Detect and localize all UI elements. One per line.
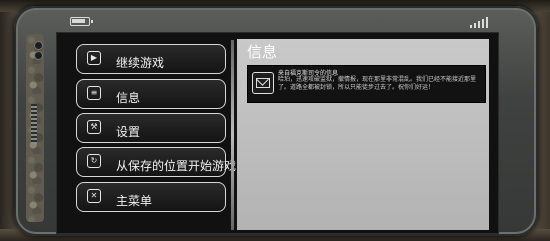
load-save-label: 从保存的位置开始游戏: [116, 159, 237, 173]
signal-icon: [470, 16, 488, 28]
main-menu-label: 主菜单: [116, 194, 153, 208]
info-label: 信息: [116, 91, 141, 105]
main-menu-button[interactable]: ✕ 主菜单: [76, 182, 226, 212]
info-button[interactable]: ≡ 信息: [76, 79, 226, 109]
device-light: [35, 52, 42, 59]
continue-game-button[interactable]: ▶ 继续游戏: [76, 44, 226, 74]
load-save-button[interactable]: ↻ 从保存的位置开始游戏: [76, 147, 236, 177]
continue-game-label: 继续游戏: [116, 56, 165, 70]
settings-label: 设置: [116, 125, 141, 139]
play-icon: ▶: [87, 51, 101, 65]
wrench-icon: ⚒: [87, 120, 101, 134]
close-icon: ✕: [87, 189, 101, 203]
message-body: 哈珀，迅速攻破监狱，撤情报，现在那里非常混乱。我们已经不能接近那里了。道路全都被…: [278, 76, 477, 91]
info-panel: 信息 来自福克斯司令的信息 哈珀，迅速攻破监狱，撤情报，现在那里非常混乱。我们已…: [237, 39, 489, 230]
document-icon: ≡: [87, 86, 101, 100]
envelope-icon: [252, 72, 274, 94]
settings-button[interactable]: ⚒ 设置: [76, 113, 226, 143]
panel-divider: [231, 40, 234, 230]
reload-icon: ↻: [87, 154, 101, 168]
device-grip: [31, 104, 37, 144]
device-light: [35, 42, 42, 49]
battery-icon: [70, 17, 93, 26]
message-item[interactable]: 来自福克斯司令的信息 哈珀，迅速攻破监狱，撤情报，现在那里非常混乱。我们已经不能…: [247, 65, 486, 103]
panel-title: 信息: [247, 43, 278, 61]
